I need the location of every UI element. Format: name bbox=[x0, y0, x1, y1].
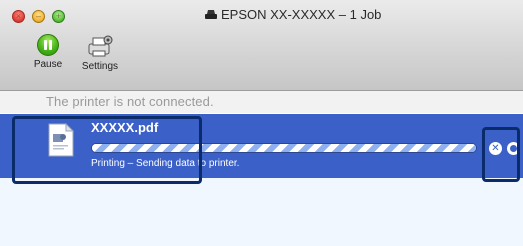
zoom-window-button[interactable]: + bbox=[52, 10, 65, 23]
window-title-text: EPSON XX-XXXXX – 1 Job bbox=[221, 7, 382, 22]
zoom-icon: + bbox=[55, 11, 62, 21]
settings-button[interactable]: Settings bbox=[74, 34, 126, 72]
print-queue-window: × – + EPSON XX-XXXXX – 1 Job Pause Setti… bbox=[0, 0, 523, 246]
toolbar: × – + EPSON XX-XXXXX – 1 Job Pause Setti… bbox=[0, 0, 523, 91]
window-title: EPSON XX-XXXXX – 1 Job bbox=[205, 6, 381, 24]
job-list-empty-area bbox=[0, 178, 523, 246]
pause-icon bbox=[37, 34, 59, 56]
minimize-icon: – bbox=[35, 11, 41, 21]
printer-icon bbox=[205, 10, 217, 19]
printer-status-bar: The printer is not connected. bbox=[0, 91, 523, 113]
pause-button[interactable]: Pause bbox=[31, 34, 65, 70]
printer-status-message: The printer is not connected. bbox=[46, 94, 214, 109]
close-icon: × bbox=[15, 11, 22, 21]
callout-highlight-cancel bbox=[482, 127, 520, 182]
settings-label: Settings bbox=[81, 61, 119, 72]
pause-label: Pause bbox=[33, 59, 63, 70]
settings-icon bbox=[88, 35, 113, 57]
callout-highlight-job bbox=[12, 116, 202, 184]
close-window-button[interactable]: × bbox=[12, 10, 25, 23]
minimize-window-button[interactable]: – bbox=[32, 10, 45, 23]
